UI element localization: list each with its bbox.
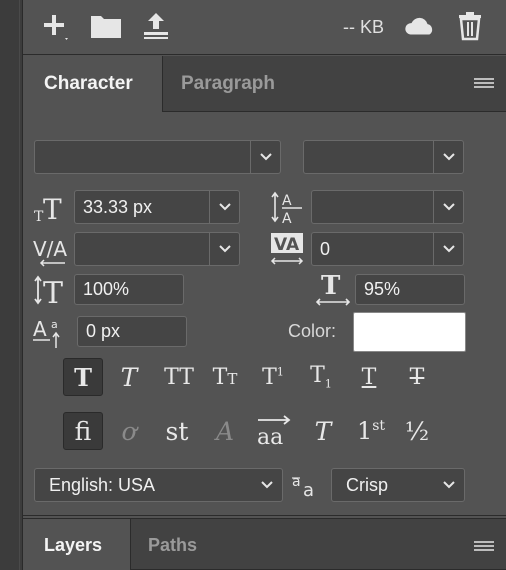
tab-paths[interactable]: Paths bbox=[148, 519, 228, 570]
file-size-label: -- KB bbox=[342, 17, 384, 37]
underline-icon[interactable]: T bbox=[349, 358, 389, 396]
svg-text:T: T bbox=[321, 271, 341, 301]
plus-icon[interactable] bbox=[39, 10, 73, 42]
panel-toolbar: -- KB bbox=[23, 0, 506, 55]
baseline-shift-field[interactable]: 0 px bbox=[77, 316, 187, 347]
chevron-down-icon[interactable] bbox=[433, 141, 463, 173]
left-panel-strip bbox=[0, 0, 23, 570]
antialias-select[interactable]: Crisp bbox=[331, 468, 465, 502]
character-panel: TT 33.33 px AA V/A VA 0 T 100% T 95% Aa bbox=[23, 112, 506, 516]
font-size-field[interactable]: 33.33 px bbox=[74, 190, 240, 224]
faux-italic-icon[interactable]: T bbox=[109, 358, 149, 396]
kerning-field[interactable] bbox=[74, 232, 240, 266]
horizontal-scale-field[interactable]: 95% bbox=[355, 274, 465, 305]
font-family-select[interactable] bbox=[34, 140, 281, 174]
font-style-select[interactable] bbox=[303, 140, 464, 174]
layers-tabs: Layers Paths bbox=[23, 518, 506, 570]
tab-layers[interactable]: Layers bbox=[23, 519, 131, 570]
vertical-scale-field[interactable]: 100% bbox=[74, 274, 184, 305]
fractions-icon[interactable]: ½ bbox=[397, 412, 437, 450]
chevron-down-icon[interactable] bbox=[433, 191, 463, 223]
character-tabs: Character Paragraph bbox=[23, 56, 506, 112]
contextual-alternates-icon[interactable]: ơ bbox=[109, 412, 149, 450]
svg-text:a: a bbox=[292, 474, 301, 490]
vertical-scale-icon: T bbox=[33, 272, 69, 308]
faux-bold-icon[interactable]: T bbox=[63, 358, 103, 396]
chevron-down-icon[interactable] bbox=[209, 191, 239, 223]
baseline-shift-icon: Aa bbox=[33, 314, 69, 350]
superscript-icon[interactable]: T1 bbox=[253, 358, 293, 396]
chevron-down-icon[interactable] bbox=[433, 233, 463, 265]
horizontal-scale-icon: T bbox=[315, 270, 353, 308]
tracking-field[interactable]: 0 bbox=[311, 232, 464, 266]
titling-alternates-icon[interactable]: T bbox=[303, 412, 343, 450]
svg-text:a: a bbox=[303, 480, 314, 499]
svg-text:T: T bbox=[43, 193, 62, 225]
folder-icon[interactable] bbox=[89, 10, 123, 42]
tracking-icon: VA bbox=[269, 230, 307, 268]
chevron-down-icon[interactable] bbox=[250, 141, 280, 173]
chevron-down-icon[interactable] bbox=[252, 469, 282, 501]
discretionary-ligatures-icon[interactable]: st bbox=[157, 412, 197, 450]
svg-text:V/A: V/A bbox=[33, 237, 67, 261]
antialias-icon: aa bbox=[291, 470, 321, 500]
trash-icon[interactable] bbox=[453, 10, 487, 42]
color-label: Color: bbox=[288, 321, 337, 341]
cloud-icon[interactable] bbox=[403, 10, 437, 42]
kerning-icon: V/A bbox=[33, 230, 73, 268]
leading-field[interactable] bbox=[311, 190, 464, 224]
panel-menu-icon[interactable] bbox=[474, 541, 494, 553]
ordinals-icon[interactable]: 1st bbox=[349, 412, 393, 450]
svg-text:VA: VA bbox=[274, 235, 300, 255]
svg-text:A: A bbox=[282, 211, 292, 226]
svg-text:A: A bbox=[282, 193, 292, 209]
font-size-icon: TT bbox=[33, 190, 69, 226]
chevron-down-icon[interactable] bbox=[434, 469, 464, 501]
small-caps-icon[interactable]: TT bbox=[205, 358, 245, 396]
subscript-icon[interactable]: T1 bbox=[301, 358, 341, 396]
tab-character[interactable]: Character bbox=[23, 56, 163, 112]
language-select[interactable]: English: USA bbox=[34, 468, 283, 502]
panel-menu-icon[interactable] bbox=[474, 78, 494, 90]
chevron-down-icon[interactable] bbox=[209, 233, 239, 265]
svg-text:T: T bbox=[43, 276, 63, 307]
color-swatch[interactable] bbox=[353, 312, 466, 352]
svg-text:A: A bbox=[33, 317, 47, 341]
leading-icon: AA bbox=[269, 188, 305, 226]
strikethrough-icon[interactable]: T bbox=[397, 358, 437, 396]
upload-icon[interactable] bbox=[139, 10, 173, 42]
svg-text:a: a bbox=[51, 318, 58, 331]
svg-text:aa: aa bbox=[257, 425, 283, 448]
tab-paragraph[interactable]: Paragraph bbox=[181, 56, 311, 112]
all-caps-icon[interactable]: TT bbox=[157, 358, 201, 396]
standard-ligatures-icon[interactable]: fi bbox=[63, 412, 103, 450]
stylistic-alternates-icon[interactable]: aa bbox=[253, 412, 297, 450]
swash-icon[interactable]: A bbox=[205, 412, 245, 450]
